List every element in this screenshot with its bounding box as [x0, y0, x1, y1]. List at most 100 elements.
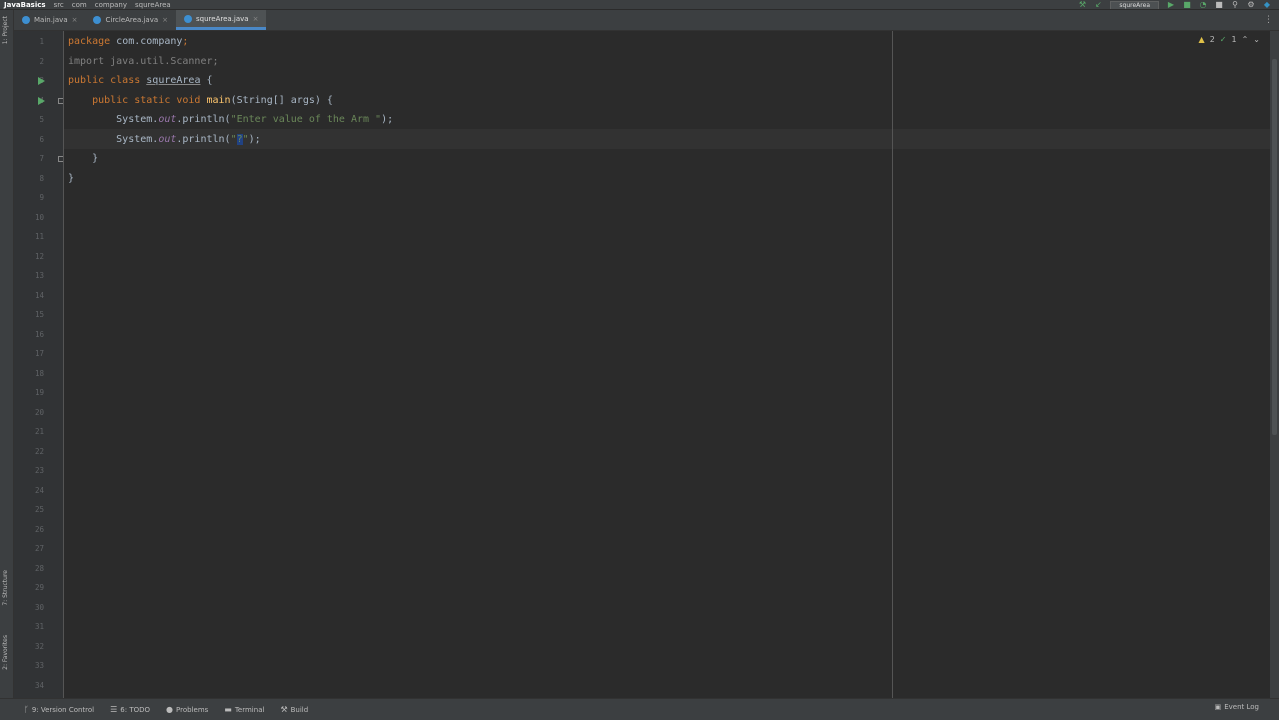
tab-circlearea[interactable]: CircleArea.java × — [85, 10, 176, 30]
line-number: 9 — [39, 193, 44, 202]
tab-squrearea[interactable]: squreArea.java × — [176, 10, 267, 30]
chevron-up-icon[interactable]: ⌃ — [1242, 35, 1249, 44]
line-number: 16 — [34, 329, 44, 339]
build-hammer-icon[interactable]: ⚒ — [1078, 1, 1086, 9]
chevron-down-icon[interactable]: ⌄ — [1253, 35, 1260, 44]
problems-icon: ● — [166, 705, 174, 714]
tab-main[interactable]: Main.java × — [14, 10, 85, 30]
line-number: 14 — [34, 290, 44, 300]
breadcrumb-com[interactable]: com — [68, 0, 91, 9]
line-number: 2 — [39, 56, 44, 66]
settings-icon[interactable]: ⚙ — [1247, 1, 1255, 9]
line-number: 19 — [34, 388, 44, 397]
code-token: main — [206, 94, 231, 106]
search-icon[interactable]: ⚲ — [1231, 1, 1239, 9]
line-number: 1 — [39, 37, 44, 46]
line-number: 33 — [34, 661, 44, 670]
structure-tool-tab[interactable]: 7: Structure — [2, 570, 9, 606]
line-number: 20 — [34, 407, 44, 417]
build-button[interactable]: ⚒ Build — [272, 705, 316, 714]
check-icon: ✓ — [1219, 35, 1227, 44]
terminal-button[interactable]: ▬ Terminal — [216, 705, 272, 714]
breadcrumb-company[interactable]: company — [91, 0, 131, 9]
update-icon[interactable]: ◆ — [1263, 1, 1271, 9]
list-icon: ☰ — [110, 705, 118, 714]
right-margin-guide — [892, 31, 893, 698]
line-number: 24 — [34, 485, 44, 495]
code-token: (String[] args) { — [230, 94, 333, 106]
debug-icon[interactable]: ■ — [1183, 1, 1191, 9]
back-arrow-icon[interactable]: ↙ — [1094, 1, 1102, 9]
breadcrumb-src[interactable]: src — [50, 0, 68, 9]
code-token: ); — [248, 133, 261, 145]
terminal-label: Terminal — [234, 705, 265, 714]
left-tool-strip: 1: Project 7: Structure 2: Favorites — [0, 10, 14, 698]
coverage-icon[interactable]: ◔ — [1199, 1, 1207, 9]
java-class-icon — [93, 16, 102, 24]
run-icon[interactable]: ▶ — [1167, 1, 1175, 9]
line-number: 7 — [39, 154, 44, 163]
code-token: } — [68, 153, 99, 164]
code-line: } — [68, 149, 98, 169]
code-token: out — [158, 133, 177, 145]
breadcrumb-class[interactable]: squreArea — [131, 0, 175, 9]
code-token: import java.util.Scanner; — [68, 55, 219, 67]
line-number: 32 — [34, 641, 44, 651]
code-token: " — [230, 133, 237, 145]
terminal-icon: ▬ — [224, 705, 232, 714]
problems-button[interactable]: ● Problems — [158, 705, 216, 714]
close-icon[interactable]: × — [162, 16, 168, 24]
code-token: .println( — [176, 114, 231, 125]
event-log-icon: ▣ — [1214, 703, 1222, 711]
line-number: 21 — [34, 427, 44, 436]
run-gutter-icon[interactable] — [38, 77, 45, 85]
code-token: public static void — [68, 94, 207, 106]
run-gutter-icon[interactable] — [38, 96, 45, 105]
stop-icon[interactable]: ■ — [1215, 1, 1223, 9]
code-token: public class — [68, 75, 147, 86]
project-tool-tab[interactable]: 1: Project — [2, 16, 9, 44]
warning-count: 2 — [1209, 35, 1215, 44]
code-token: ); — [381, 114, 394, 125]
tab-label: CircleArea.java — [105, 16, 159, 24]
todo-button[interactable]: ☰ 6: TODO — [102, 705, 158, 714]
line-number: 25 — [34, 505, 44, 514]
editor-scrollbar[interactable] — [1270, 31, 1279, 698]
scrollbar-thumb[interactable] — [1272, 59, 1277, 435]
event-log-label: Event Log — [1224, 703, 1259, 711]
line-number-gutter: 1 2 3 4 5 6 7 8 9 10 11 12 13 14 15 16 17 18 19 20 21 22 23 24 2… — [14, 31, 64, 698]
close-icon[interactable]: × — [72, 16, 78, 24]
line-number: 34 — [34, 680, 44, 690]
code-token: ; — [182, 36, 189, 47]
line-number: 29 — [34, 583, 44, 592]
code-line: public static void main(String[] args) { — [68, 91, 333, 111]
line-number: 12 — [34, 251, 44, 261]
run-configuration-select[interactable]: squreArea — [1110, 0, 1159, 9]
line-number: 31 — [34, 622, 44, 631]
event-log-button[interactable]: ▣ Event Log — [1215, 703, 1259, 711]
navigation-bar: JavaBasics src com company squreArea ⚒ ↙… — [0, 0, 1279, 10]
branch-icon: ᚴ — [24, 705, 29, 714]
line-number: 18 — [34, 368, 44, 378]
line-number: 15 — [34, 310, 44, 319]
tab-menu-icon[interactable]: ⋮ — [1264, 15, 1273, 25]
code-token: { — [200, 75, 213, 86]
favorites-tool-tab[interactable]: 2: Favorites — [2, 635, 9, 670]
toolbar-right: ⚒ ↙ squreArea ▶ ■ ◔ ■ ⚲ ⚙ ◆ — [1078, 0, 1279, 9]
code-editor[interactable]: ▲ 2 ✓ 1 ⌃ ⌄ package com.company; import j… — [64, 31, 1270, 698]
line-number: 8 — [39, 173, 44, 183]
breadcrumb-project[interactable]: JavaBasics — [0, 0, 50, 9]
code-line: public class squreArea { — [68, 71, 213, 91]
inspection-widget[interactable]: ▲ 2 ✓ 1 ⌃ ⌄ — [1199, 35, 1260, 44]
line-number: 6 — [39, 134, 44, 144]
tab-label: squreArea.java — [196, 14, 249, 23]
status-bar: ᚴ 9: Version Control ☰ 6: TODO ● Problem… — [0, 698, 1279, 720]
line-number: 27 — [34, 544, 44, 553]
code-line: System.out.println("?"); — [68, 130, 261, 150]
close-icon[interactable]: × — [253, 15, 259, 23]
tab-label: Main.java — [34, 16, 68, 24]
line-number: 22 — [34, 446, 44, 456]
code-line: import java.util.Scanner; — [68, 52, 219, 72]
code-token: squreArea — [146, 75, 201, 86]
version-control-button[interactable]: ᚴ 9: Version Control — [16, 705, 102, 714]
